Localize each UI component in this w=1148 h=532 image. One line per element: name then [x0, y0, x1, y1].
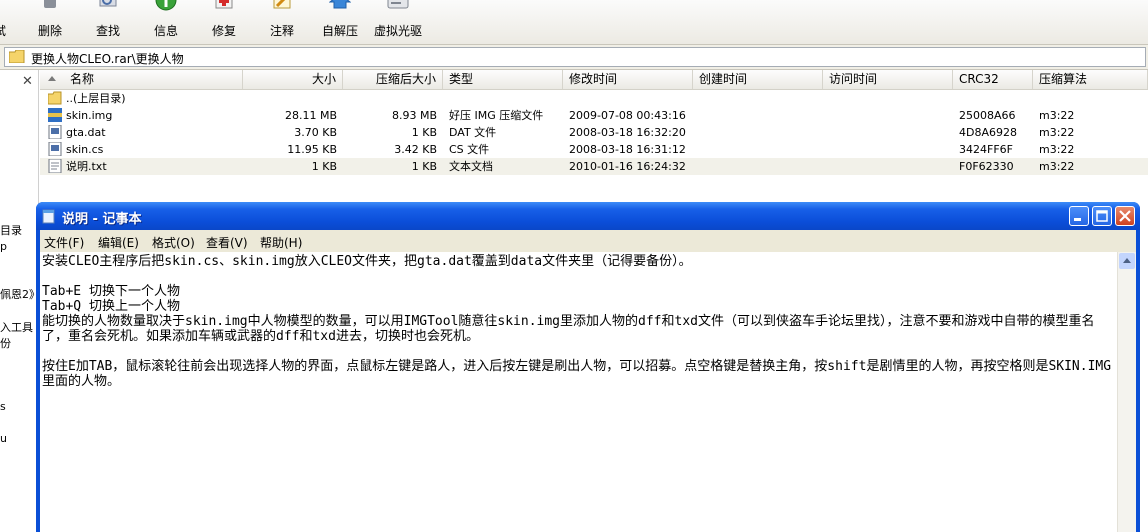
repair-button[interactable]: 修复 [196, 0, 252, 44]
self-extract-button[interactable]: 自解压 [312, 0, 368, 44]
archive-file-icon [48, 108, 62, 122]
column-crc32[interactable]: CRC32 [953, 70, 1033, 89]
text-file-icon [48, 159, 62, 173]
folder-tree-pane: ✕ 目录 p 佩恩2》 入工具 份 s u [0, 70, 39, 525]
find-button[interactable]: 查找 [80, 0, 136, 44]
file-row-selected[interactable]: 说明.txt 1 KB 1 KB 文本文档 2010-01-16 16:24:3… [40, 158, 1148, 175]
folder-up-icon [48, 91, 62, 105]
file-row[interactable]: skin.cs 11.95 KB 3.42 KB CS 文件 2008-03-1… [40, 141, 1148, 158]
vertical-scrollbar[interactable] [1117, 252, 1136, 532]
column-modified[interactable]: 修改时间 [563, 70, 693, 89]
column-name[interactable]: 名称 [40, 70, 243, 89]
column-accessed[interactable]: 访问时间 [823, 70, 953, 89]
file-list-header: 名称 大小 压缩后大小 类型 修改时间 创建时间 访问时间 CRC32 压缩算法 [40, 70, 1148, 90]
folder-icon [9, 50, 25, 63]
virtual-drive-button[interactable]: 虚拟光驱 [370, 0, 426, 44]
minimize-icon [1074, 218, 1081, 221]
menu-format[interactable]: 格式(O) [152, 234, 195, 251]
column-created[interactable]: 创建时间 [693, 70, 823, 89]
address-bar: 更换人物CLEO.rar\更换人物 [0, 45, 1148, 70]
close-icon [1119, 210, 1131, 222]
dat-file-icon [48, 125, 62, 139]
notepad-icon [42, 209, 55, 224]
column-size[interactable]: 大小 [243, 70, 343, 89]
column-packed-size[interactable]: 压缩后大小 [343, 70, 443, 89]
repair-icon [215, 0, 233, 9]
sfx-icon [329, 0, 351, 9]
notepad-title: 说明 - 记事本 [62, 212, 142, 227]
file-row[interactable]: gta.dat 3.70 KB 1 KB DAT 文件 2008-03-18 1… [40, 124, 1148, 141]
cs-file-icon [48, 142, 62, 156]
comment-icon [273, 0, 291, 9]
trash-icon [44, 0, 56, 8]
delete-button[interactable]: 删除 [22, 0, 78, 44]
notepad-titlebar[interactable]: 说明 - 记事本 [36, 202, 1140, 230]
scroll-up-icon[interactable] [1119, 253, 1135, 269]
toolbar-test-button[interactable]: 试 [0, 0, 16, 44]
notepad-menubar: 文件(F) 编辑(E) 格式(O) 查看(V) 帮助(H) [40, 230, 1136, 253]
menu-help[interactable]: 帮助(H) [260, 234, 302, 251]
file-row-parent[interactable]: ..(上层目录) [40, 90, 1148, 107]
virtual-drive-icon [387, 0, 409, 9]
close-button[interactable] [1115, 206, 1135, 226]
notepad-window: 说明 - 记事本 文件(F) 编辑(E) 格式(O) 查看(V) 帮助(H) 安… [36, 202, 1140, 532]
info-icon [155, 0, 177, 11]
file-row[interactable]: skin.img 28.11 MB 8.93 MB 好压 IMG 压缩文件 20… [40, 107, 1148, 124]
column-type[interactable]: 类型 [443, 70, 563, 89]
address-input[interactable]: 更换人物CLEO.rar\更换人物 [4, 47, 1146, 67]
maximize-icon [1096, 210, 1108, 222]
info-button[interactable]: 信息 [138, 0, 194, 44]
sort-ascending-icon [48, 76, 56, 81]
column-method[interactable]: 压缩算法 [1033, 70, 1148, 89]
notepad-text-area[interactable]: 安装CLEO主程序后把skin.cs、skin.img放入CLEO文件夹，把gt… [40, 252, 1136, 532]
menu-file[interactable]: 文件(F) [44, 234, 84, 251]
menu-edit[interactable]: 编辑(E) [98, 234, 139, 251]
search-icon [99, 0, 117, 7]
maximize-button[interactable] [1092, 206, 1112, 226]
menu-view[interactable]: 查看(V) [206, 234, 248, 251]
address-path: 更换人物CLEO.rar\更换人物 [31, 52, 184, 66]
archive-toolbar: 试 删除 查找 信息 修复 注释 自解压 虚拟光驱 [0, 0, 1148, 45]
comment-button[interactable]: 注释 [254, 0, 310, 44]
minimize-button[interactable] [1069, 206, 1089, 226]
close-pane-icon[interactable]: ✕ [22, 74, 33, 89]
notepad-content[interactable]: 安装CLEO主程序后把skin.cs、skin.img放入CLEO文件夹，把gt… [42, 254, 1116, 389]
